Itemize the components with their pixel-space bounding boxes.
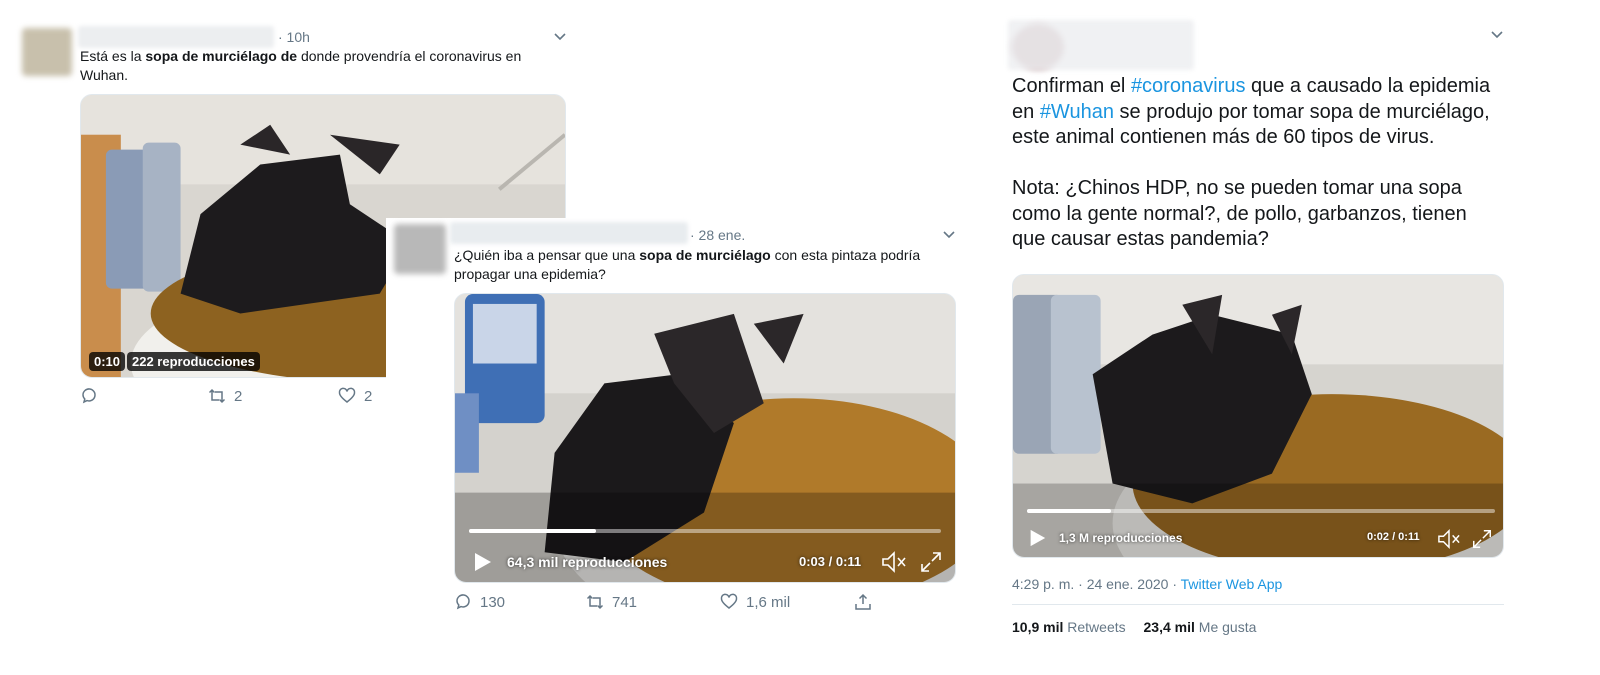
video-view-count: 1,3 M reproducciones [1059, 531, 1183, 545]
reply-button[interactable] [80, 387, 98, 405]
hashtag-link[interactable]: #coronavirus [1131, 75, 1246, 97]
mute-icon[interactable] [881, 550, 907, 574]
tweet-stats: 10,9 mil Retweets 23,4 mil Me gusta [1012, 619, 1256, 635]
tweet-text-part: ¿Quién iba a pensar que una [454, 247, 640, 263]
video-duration: 0:10 [89, 352, 126, 371]
reply-icon [456, 594, 470, 610]
fullscreen-icon[interactable] [919, 550, 943, 574]
username-blurred[interactable] [450, 222, 688, 244]
retweet-button[interactable]: 741 [586, 593, 637, 611]
tweet-text: Confirman el #coronavirus que a causado … [1012, 74, 1507, 151]
reply-button[interactable]: 130 [454, 593, 505, 611]
username-blurred[interactable] [1008, 20, 1194, 70]
video-progress-bar[interactable] [1027, 509, 1495, 513]
share-icon [855, 593, 871, 610]
retweets-stat[interactable]: 10,9 mil Retweets [1012, 619, 1126, 635]
video-progress-fill [469, 529, 597, 533]
video-thumbnail [1013, 275, 1503, 557]
tweet-text-part: Confirman el [1012, 75, 1131, 97]
play-icon[interactable] [471, 551, 493, 573]
retweet-count: 2 [234, 387, 243, 405]
fullscreen-icon[interactable] [1471, 528, 1493, 550]
play-icon[interactable] [1027, 528, 1047, 548]
video-view-count: 222 reproducciones [127, 352, 260, 371]
tweet-time[interactable]: · 28 ene. [690, 227, 745, 243]
chevron-down-icon[interactable] [553, 32, 567, 42]
tweet-time[interactable]: · 10h [278, 29, 310, 45]
mute-icon[interactable] [1437, 528, 1461, 550]
like-button[interactable]: 1,6 mil [720, 593, 790, 611]
video-progress-bar[interactable] [469, 529, 941, 533]
heart-icon [720, 593, 738, 609]
tweet-text-bold: sopa de murciélago [639, 247, 771, 263]
video-player[interactable]: 1,3 M reproducciones 0:02 / 0:11 [1012, 274, 1504, 558]
video-view-count: 64,3 mil reproducciones [507, 554, 668, 570]
tweet-metadata: 4:29 p. m. · 24 ene. 2020 · Twitter Web … [1012, 576, 1282, 592]
tweet-text-note: Nota: ¿Chinos HDP, no se pueden tomar un… [1012, 177, 1467, 250]
hashtag-link[interactable]: #Wuhan [1040, 101, 1114, 123]
reply-count: 130 [480, 593, 506, 611]
tweet-text: Está es la sopa de murciélago de donde p… [80, 47, 570, 85]
retweet-icon [586, 594, 604, 610]
tweet-text: ¿Quién iba a pensar que una sopa de murc… [454, 246, 954, 284]
divider [1012, 604, 1504, 605]
like-button[interactable]: 2 [338, 387, 372, 405]
tweet-3: Confirman el #coronavirus que a causado … [1000, 0, 1520, 660]
retweet-icon [208, 388, 226, 404]
share-button[interactable] [854, 593, 872, 611]
video-timecode: 0:02 / 0:11 [1367, 531, 1420, 543]
like-count: 2 [364, 387, 373, 405]
reply-icon [82, 388, 96, 404]
tweet-source-link[interactable]: Twitter Web App [1181, 576, 1283, 592]
tweet-text-bold: sopa de murciélago de [145, 48, 298, 64]
tweet-2: · 28 ene. ¿Quién iba a pensar que una so… [386, 218, 976, 638]
likes-stat-count: 23,4 mil [1143, 619, 1195, 635]
video-timecode: 0:03 / 0:11 [799, 554, 862, 569]
video-progress-fill [1027, 509, 1112, 513]
likes-stat-label: Me gusta [1198, 619, 1257, 635]
retweet-count: 741 [612, 593, 638, 611]
retweet-button[interactable]: 2 [208, 387, 242, 405]
chevron-down-icon[interactable] [1490, 30, 1504, 40]
tweet-text-part: Está es la [80, 48, 146, 64]
avatar[interactable] [22, 28, 72, 76]
heart-icon [338, 387, 356, 403]
video-thumbnail [455, 294, 955, 582]
tweet-date[interactable]: 4:29 p. m. · 24 ene. 2020 · [1012, 576, 1181, 592]
username-blurred[interactable] [78, 26, 274, 48]
likes-stat[interactable]: 23,4 mil Me gusta [1144, 619, 1257, 635]
like-count: 1,6 mil [746, 593, 791, 611]
avatar[interactable] [394, 224, 446, 274]
retweets-stat-label: Retweets [1067, 619, 1126, 635]
video-player[interactable]: 64,3 mil reproducciones 0:03 / 0:11 [454, 293, 956, 583]
chevron-down-icon[interactable] [942, 230, 956, 240]
retweets-stat-count: 10,9 mil [1012, 619, 1064, 635]
